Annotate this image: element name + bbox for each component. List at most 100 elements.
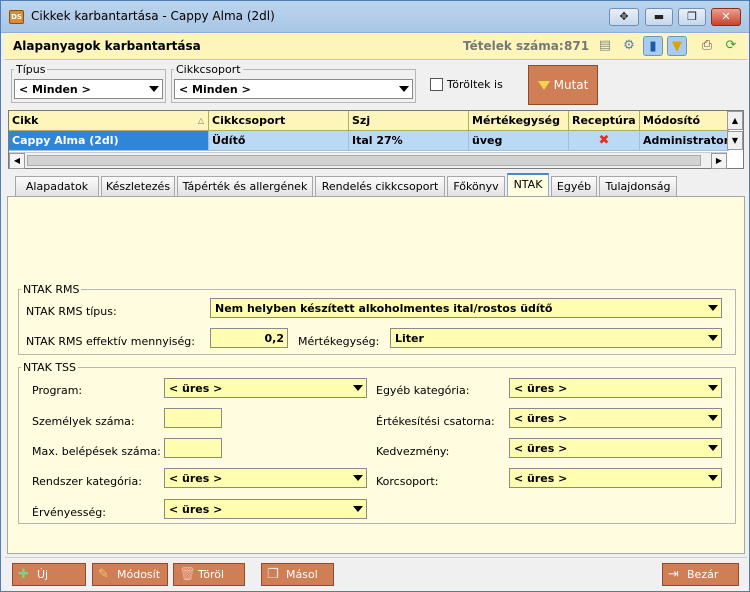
age-group-label: Korcsoport: — [376, 475, 439, 488]
persons-count-input[interactable] — [164, 408, 222, 428]
column-header-mertekegyseg[interactable]: Mértékegység — [469, 111, 569, 131]
page-title: Alapanyagok karbantartása — [13, 39, 201, 53]
tab-bar: Alapadatok Készletezés Tápérték és aller… — [7, 173, 747, 197]
validity-select[interactable]: < üres > — [164, 499, 367, 519]
copy-button[interactable]: ❐ Másol — [261, 563, 334, 586]
tab-alapadatok[interactable]: Alapadatok — [15, 176, 99, 196]
chevron-down-icon — [149, 86, 159, 92]
close-button[interactable]: ⇥ Bezár — [662, 563, 739, 586]
ntak-rms-quantity-label: NTAK RMS effektív mennyiség: — [26, 335, 195, 348]
tab-ntak[interactable]: NTAK — [507, 173, 549, 197]
tab-keszletezes[interactable]: Készletezés — [101, 176, 175, 196]
item-count-label: Tételek száma: — [463, 39, 564, 53]
window-title: Cikkek karbantartása - Cappy Alma (2dl) — [31, 9, 275, 23]
max-entries-label: Max. belépések száma: — [32, 445, 161, 458]
tab-fokonyv[interactable]: Főkönyv — [447, 176, 505, 196]
maximize-icon[interactable]: ❐ — [678, 8, 706, 26]
column-header-modosito[interactable]: Módosító — [640, 111, 729, 131]
cell-cikk[interactable]: Cappy Alma (2dl) — [9, 131, 209, 151]
ntak-rms-type-select[interactable]: Nem helyben készített alkoholmentes ital… — [210, 298, 722, 318]
system-category-label: Rendszer kategória: — [32, 475, 142, 488]
column-header-cikk[interactable]: Cikk △ — [9, 111, 209, 131]
title-bar[interactable]: DS Cikkek karbantartása - Cappy Alma (2d… — [1, 1, 749, 33]
tab-egyeb[interactable]: Egyéb — [551, 176, 597, 196]
program-select[interactable]: < üres > — [164, 378, 367, 398]
cell-modosito[interactable]: Administrator — [640, 131, 729, 151]
ntak-rms-type-label: NTAK RMS típus: — [26, 305, 117, 318]
age-group-select[interactable]: < üres > — [509, 468, 722, 488]
system-category-value: < üres > — [169, 472, 223, 485]
database-icon[interactable]: ▮ — [643, 36, 663, 56]
type-filter-select[interactable]: < Minden > — [14, 79, 163, 99]
chevron-down-icon — [353, 385, 363, 391]
tab-taparték-allergenek[interactable]: Tápérték és allergének — [177, 176, 313, 196]
cross-icon: ✖ — [598, 133, 610, 148]
cell-cikkcsoport[interactable]: Üdítő — [209, 131, 349, 151]
persons-count-label: Személyek száma: — [32, 415, 135, 428]
close-button-label: Bezár — [687, 568, 719, 581]
cell-szj[interactable]: Ital 27% — [349, 131, 469, 151]
scroll-up-icon[interactable]: ▲ — [727, 111, 743, 130]
filter-icon — [537, 81, 550, 90]
delete-button[interactable]: 🗑 Töröl — [173, 563, 245, 586]
cell-mertekegyseg[interactable]: üveg — [469, 131, 569, 151]
new-button-label: Új — [37, 568, 49, 581]
validity-value: < üres > — [169, 503, 223, 516]
items-grid: Cikk △ Cikkcsoport Szj Mértékegység Recep… — [8, 110, 744, 169]
new-button[interactable]: ✚ Új — [12, 563, 86, 586]
scroll-left-icon[interactable]: ◀ — [9, 153, 25, 169]
plus-icon: ✚ — [18, 567, 29, 582]
table-row[interactable]: Cappy Alma (2dl) Üdítő Ital 27% üveg ✖ A… — [9, 131, 729, 151]
sales-channel-label: Értékesítési csatorna: — [376, 415, 495, 428]
deleted-too-checkbox[interactable] — [430, 78, 443, 91]
column-header-szj[interactable]: Szj — [349, 111, 469, 131]
cell-receptura[interactable]: ✖ — [569, 131, 640, 151]
print-icon[interactable]: ⎙ — [697, 36, 717, 56]
chevron-down-icon — [708, 305, 718, 311]
column-header-receptura[interactable]: Receptúra — [569, 111, 640, 131]
gear-icon[interactable]: ⚙ — [619, 36, 639, 56]
sales-channel-value: < üres > — [514, 412, 568, 425]
discount-select[interactable]: < üres > — [509, 438, 722, 458]
program-label: Program: — [32, 384, 83, 397]
chevron-down-icon — [708, 415, 718, 421]
move-icon[interactable]: ✥ — [609, 8, 639, 26]
ntak-rms-unit-select[interactable]: Liter — [390, 328, 722, 348]
pencil-icon: ✎ — [98, 567, 109, 582]
refresh-icon[interactable]: ⟳ — [721, 36, 741, 56]
show-button[interactable]: Mutat — [528, 65, 598, 105]
document-icon[interactable]: ▤ — [595, 36, 615, 56]
scroll-down-icon[interactable]: ▼ — [727, 131, 743, 150]
page-header: Alapanyagok karbantartása Tételek száma:… — [5, 33, 747, 60]
minimize-icon[interactable]: ▬ — [645, 8, 673, 26]
sales-channel-select[interactable]: < üres > — [509, 408, 722, 428]
close-icon[interactable]: ✕ — [711, 8, 741, 26]
show-button-label: Mutat — [553, 78, 589, 92]
chevron-down-icon — [708, 445, 718, 451]
chevron-down-icon — [708, 475, 718, 481]
tab-rendeles-cikkcsoport[interactable]: Rendelés cikkcsoport — [315, 176, 445, 196]
scroll-thumb[interactable] — [27, 155, 701, 166]
ntak-rms-quantity-input[interactable]: 0,2 — [210, 328, 288, 348]
modify-button[interactable]: ✎ Módosít — [92, 563, 168, 586]
category-filter-select[interactable]: < Minden > — [174, 79, 413, 99]
scroll-right-icon[interactable]: ▶ — [711, 153, 727, 169]
chevron-down-icon — [353, 506, 363, 512]
validity-label: Érvényesség: — [32, 506, 106, 519]
max-entries-input[interactable] — [164, 438, 222, 458]
ntak-tss-group-label: NTAK TSS — [23, 361, 77, 374]
tab-tulajdonsag[interactable]: Tulajdonság — [599, 176, 677, 196]
column-header-cikkcsoport[interactable]: Cikkcsoport — [209, 111, 349, 131]
sort-ascending-icon: △ — [197, 116, 204, 125]
copy-icon: ❐ — [267, 567, 279, 582]
horizontal-scrollbar[interactable]: ◀ ▶ — [9, 152, 727, 169]
other-category-select[interactable]: < üres > — [509, 378, 722, 398]
type-filter-value: < Minden > — [19, 83, 91, 96]
type-filter-label: Típus — [16, 63, 46, 76]
trash-icon: 🗑 — [179, 567, 196, 582]
chevron-down-icon — [353, 475, 363, 481]
modify-button-label: Módosít — [117, 568, 161, 581]
delete-button-label: Töröl — [198, 568, 225, 581]
system-category-select[interactable]: < üres > — [164, 468, 367, 488]
filter-icon[interactable]: ▼ — [667, 36, 687, 56]
